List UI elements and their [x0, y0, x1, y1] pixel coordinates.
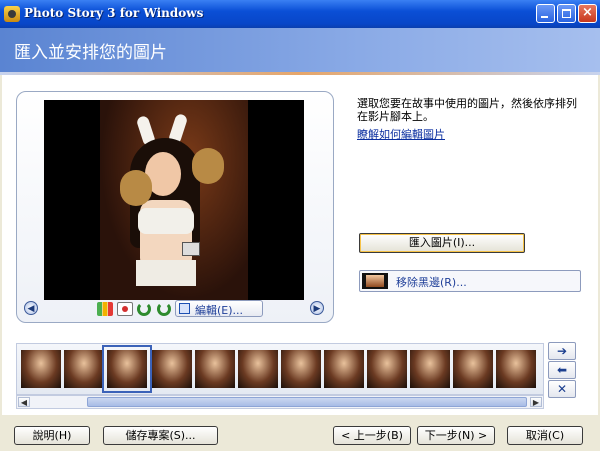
filmstrip-scrollbar[interactable]: ◀ ▶: [16, 395, 544, 409]
filmstrip-thumbnail[interactable]: [238, 350, 278, 388]
title-bar: Photo Story 3 for Windows ×: [0, 0, 600, 28]
red-eye-icon[interactable]: [117, 302, 133, 316]
move-left-button[interactable]: ⬅: [548, 361, 576, 379]
filmstrip-thumbnail[interactable]: [152, 350, 192, 388]
x-icon: ✕: [556, 382, 568, 396]
chevron-left-icon: ◀: [27, 304, 35, 314]
photo-costume-top: [138, 208, 194, 234]
maximize-button[interactable]: [557, 4, 576, 23]
remove-black-borders-button[interactable]: 移除黑邊(R)...: [359, 270, 581, 292]
chevron-right-icon: ▶: [313, 304, 321, 314]
filmstrip-thumbnail[interactable]: [21, 350, 61, 388]
help-button[interactable]: 說明(H): [14, 426, 90, 445]
photo-preview: [44, 100, 304, 300]
app-icon: [4, 6, 20, 22]
rotate-left-icon[interactable]: [137, 302, 151, 316]
paw-glove-right: [192, 148, 224, 184]
minimize-button[interactable]: [536, 4, 555, 23]
back-button[interactable]: < 上一步(B): [333, 426, 411, 445]
filmstrip-thumbnail[interactable]: [195, 350, 235, 388]
import-pictures-button[interactable]: 匯入圖片(I)...: [359, 233, 525, 253]
edit-icon: [179, 303, 190, 314]
close-icon: ×: [582, 5, 593, 20]
move-right-button[interactable]: ➔: [548, 342, 576, 360]
photo-story-window: Photo Story 3 for Windows × 匯入並安排您的圖片 ◀: [0, 0, 600, 451]
edit-button[interactable]: 編輯(E)...: [175, 300, 263, 317]
filmstrip-thumbnail[interactable]: [496, 350, 536, 388]
page-title: 匯入並安排您的圖片: [14, 43, 167, 63]
scroll-thumb[interactable]: [87, 397, 527, 407]
photo-preview-panel: ◀ ▶ 編輯(E)...: [16, 91, 334, 323]
filmstrip-thumbnail[interactable]: [324, 350, 364, 388]
filmstrip-thumbnail-selected[interactable]: [102, 345, 152, 393]
filmstrip-thumbnail[interactable]: [367, 350, 407, 388]
arrow-right-icon: ➔: [556, 344, 568, 358]
close-button[interactable]: ×: [578, 4, 597, 23]
filmstrip-thumbnail[interactable]: [281, 350, 321, 388]
page-header: 匯入並安排您的圖片: [0, 28, 600, 72]
filmstrip-thumbnail[interactable]: [64, 350, 104, 388]
learn-edit-link[interactable]: 瞭解如何編輯圖片: [357, 126, 445, 142]
delete-picture-button[interactable]: ✕: [548, 380, 576, 398]
previous-photo-button[interactable]: ◀: [24, 301, 38, 315]
photo-badge: [182, 242, 200, 256]
save-project-button[interactable]: 儲存專案(S)...: [103, 426, 218, 445]
filmstrip-thumbnail[interactable]: [410, 350, 450, 388]
maximize-icon: [562, 9, 571, 18]
next-photo-button[interactable]: ▶: [310, 301, 324, 315]
filmstrip-thumbnail[interactable]: [453, 350, 493, 388]
rotate-right-icon[interactable]: [157, 302, 171, 316]
edit-button-label: 編輯(E)...: [195, 304, 244, 317]
instruction-text: 選取您要在故事中使用的圖片，然後依序排列在影片腳本上。: [357, 97, 577, 123]
photo-costume-skirt: [136, 260, 196, 286]
remove-borders-icon: [362, 273, 388, 289]
filmstrip: [16, 343, 544, 395]
scroll-left-button[interactable]: ◀: [18, 397, 30, 407]
main-content: ◀ ▶ 編輯(E)... 選取您要在故事中使用的圖片，然後依序排列在影片腳本上。…: [2, 75, 598, 415]
scroll-right-button[interactable]: ▶: [530, 397, 542, 407]
arrow-left-icon: ⬅: [556, 363, 568, 377]
remove-borders-label: 移除黑邊(R)...: [396, 276, 467, 289]
paw-glove-left: [120, 170, 152, 206]
next-button[interactable]: 下一步(N) >: [417, 426, 495, 445]
auto-correct-levels-icon[interactable]: [97, 302, 113, 316]
minimize-icon: [541, 16, 548, 18]
cancel-button[interactable]: 取消(C): [507, 426, 583, 445]
window-title: Photo Story 3 for Windows: [24, 6, 204, 20]
